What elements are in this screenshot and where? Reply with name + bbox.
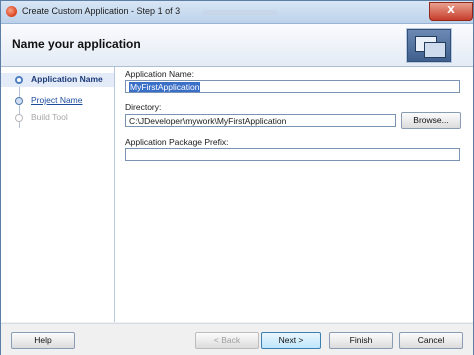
application-name-field[interactable]: MyFirstApplication: [125, 80, 460, 93]
step-label: Build Tool: [31, 112, 68, 122]
directory-field[interactable]: C:\JDeveloper\mywork\MyFirstApplication: [125, 114, 396, 127]
wizard-header: Name your application: [1, 24, 473, 67]
package-prefix-field[interactable]: [125, 148, 460, 161]
page-title: Name your application: [12, 37, 141, 51]
application-name-label: Application Name:: [125, 69, 194, 79]
current-step-icon: [15, 76, 23, 84]
title-bar: Create Custom Application - Step 1 of 3 …: [1, 1, 473, 24]
step-label: Application Name: [31, 74, 103, 84]
browse-button[interactable]: Browse...: [401, 112, 461, 129]
step-application-name[interactable]: Application Name: [1, 73, 114, 87]
step-node-icon: [15, 97, 23, 105]
wizard-body: Application Name Project Name Build Tool…: [1, 67, 473, 322]
step-build-tool: Build Tool: [1, 111, 114, 125]
wizard-window: Create Custom Application - Step 1 of 3 …: [0, 0, 474, 355]
form-pane: Application Name: MyFirstApplication Dir…: [115, 67, 473, 322]
steps-navigator: Application Name Project Name Build Tool: [1, 67, 115, 322]
title-bar-reflection: [203, 10, 277, 15]
windows-graphic-icon: [407, 29, 451, 62]
disabled-step-icon: [15, 114, 23, 122]
step-project-name[interactable]: Project Name: [1, 94, 114, 108]
button-bar: Help < Back Next > Finish Cancel: [1, 323, 473, 355]
help-button[interactable]: Help: [11, 332, 75, 349]
cancel-button[interactable]: Cancel: [399, 332, 463, 349]
package-prefix-label: Application Package Prefix:: [125, 137, 229, 147]
window-title: Create Custom Application - Step 1 of 3: [22, 6, 181, 16]
window-front-icon: [424, 42, 446, 58]
app-icon: [6, 6, 17, 17]
step-label[interactable]: Project Name: [31, 95, 83, 105]
directory-label: Directory:: [125, 102, 162, 112]
back-button[interactable]: < Back: [195, 332, 259, 349]
application-name-value[interactable]: MyFirstApplication: [129, 82, 201, 92]
next-button[interactable]: Next >: [261, 332, 321, 349]
close-button[interactable]: X: [429, 2, 473, 21]
finish-button[interactable]: Finish: [329, 332, 393, 349]
